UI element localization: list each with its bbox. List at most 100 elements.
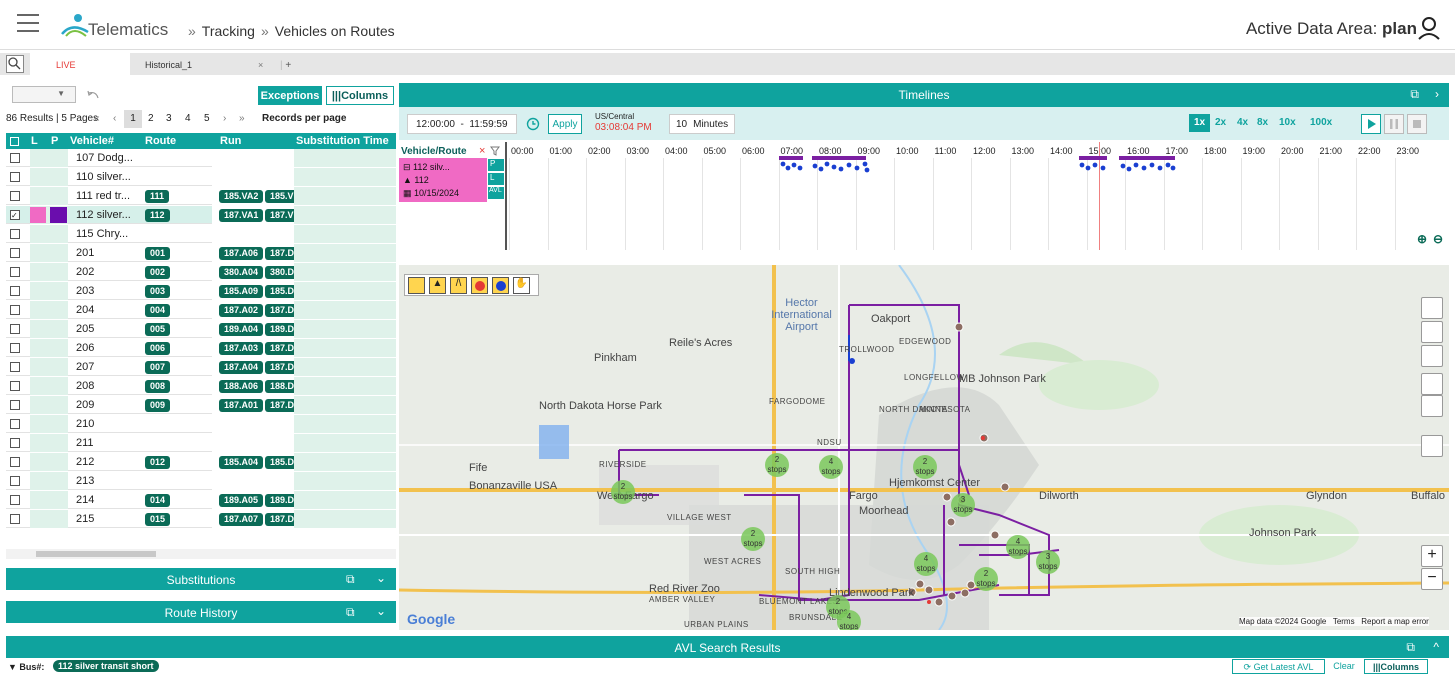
route-badge[interactable]: 003	[145, 285, 171, 298]
table-row[interactable]: 206 006 187.A03187.D(	[6, 339, 396, 357]
menu-icon[interactable]	[17, 14, 39, 32]
row-checkbox[interactable]	[10, 495, 20, 505]
chevron-down-icon[interactable]: ⌄	[376, 571, 386, 585]
popout-icon[interactable]: ⧉	[1406, 640, 1415, 655]
time-range-input[interactable]: 12:00:00 - 11:59:59	[407, 114, 517, 134]
stack-icon[interactable]	[1421, 395, 1443, 417]
tab-live[interactable]: LIVE	[30, 53, 130, 75]
stop-cluster[interactable]: 4 stops	[1006, 535, 1030, 559]
row-checkbox[interactable]	[10, 438, 20, 448]
table-row[interactable]: 212 012 185.A04185.D(	[6, 453, 396, 471]
play-icon[interactable]	[1361, 114, 1381, 134]
get-latest-avl-button[interactable]: ⟳ Get Latest AVL	[1232, 659, 1325, 674]
table-row[interactable]: 203 003 185.A09185.D(	[6, 282, 396, 300]
row-checkbox[interactable]	[10, 400, 20, 410]
speed-100x-button[interactable]: 100x	[1305, 114, 1337, 132]
row-checkbox[interactable]	[10, 153, 20, 163]
last-page-button[interactable]: »	[239, 113, 245, 124]
stop-cluster[interactable]: 3 stops	[1036, 550, 1060, 574]
table-row[interactable]: 215 015 187.A07187.D(	[6, 510, 396, 528]
run-badge[interactable]: 187.A06	[219, 247, 264, 260]
row-checkbox[interactable]	[10, 457, 20, 467]
table-row[interactable]: ✓ 112 silver... 112 187.VA1 187.VI	[6, 206, 396, 224]
run-badge[interactable]: 380.D(	[265, 266, 294, 279]
records-per-page[interactable]: Records per page	[262, 113, 396, 124]
stop-cluster[interactable]: 2 stops	[741, 527, 765, 551]
run-badge[interactable]: 189.A04	[219, 323, 264, 336]
page-1[interactable]: 1	[124, 110, 142, 128]
columns-button[interactable]: |||Columns	[326, 86, 394, 105]
filter-icon[interactable]	[490, 146, 500, 156]
apply-button[interactable]: Apply	[548, 114, 582, 134]
table-row[interactable]: 210	[6, 415, 396, 433]
select-all-checkbox[interactable]	[10, 137, 19, 146]
popout-icon[interactable]: ⧉	[346, 605, 355, 620]
street-view-icon[interactable]	[1421, 435, 1443, 457]
popout-icon[interactable]: ⧉	[1410, 87, 1419, 102]
table-row[interactable]: 115 Chry...	[6, 225, 396, 243]
row-checkbox[interactable]	[10, 229, 20, 239]
stop-cluster[interactable]: 3 stops	[951, 493, 975, 517]
run-badge[interactable]: 380.A04	[219, 266, 264, 279]
user-icon[interactable]	[1417, 16, 1441, 40]
table-row[interactable]: 111 red tr... 111 185.VA2 185.VI	[6, 187, 396, 205]
stop-cluster[interactable]: 2 stops	[611, 480, 635, 504]
speed-2x-button[interactable]: 2x	[1210, 114, 1231, 132]
route-badge[interactable]: 014	[145, 494, 171, 507]
clear-button[interactable]: Clear	[1326, 659, 1362, 674]
table-row[interactable]: 207 007 187.A04187.D(	[6, 358, 396, 376]
close-icon[interactable]: ×	[258, 60, 263, 70]
page-4[interactable]: 4	[185, 113, 191, 124]
route-badge[interactable]: 001	[145, 247, 171, 260]
red-dot-icon[interactable]	[471, 277, 488, 294]
table-row[interactable]: 107 Dodg...	[6, 149, 396, 167]
breadcrumb-tracking[interactable]: Tracking	[202, 23, 255, 39]
run-badge[interactable]: 187.D(	[265, 304, 294, 317]
table-row[interactable]: 214 014 189.A05189.D(	[6, 491, 396, 509]
run-badge[interactable]: 187.A07	[219, 513, 264, 526]
map-type-icon[interactable]	[1421, 297, 1443, 319]
route-badge[interactable]: 015	[145, 513, 171, 526]
row-checkbox[interactable]: ✓	[10, 210, 20, 220]
stop-cluster[interactable]: 4 stops	[837, 610, 861, 630]
interval-input[interactable]: 10 Minutes	[669, 114, 735, 134]
page-5[interactable]: 5	[204, 113, 210, 124]
blue-dot-icon[interactable]	[492, 277, 509, 294]
run-badge[interactable]: 187.VA1	[219, 209, 264, 222]
row-checkbox[interactable]	[10, 248, 20, 258]
run-badge[interactable]: 188.D(	[265, 380, 294, 393]
add-tab-button[interactable]: | +	[280, 53, 291, 75]
table-row[interactable]: 205 005 189.A04189.D(	[6, 320, 396, 338]
speed-1x-button[interactable]: 1x	[1189, 114, 1211, 132]
route-badge[interactable]: 007	[145, 361, 171, 374]
table-row[interactable]: 201 001 187.A06187.D(	[6, 244, 396, 262]
avl-columns-button[interactable]: |||Columns	[1364, 659, 1428, 674]
run-badge[interactable]: 185.A09	[219, 285, 264, 298]
table-row[interactable]: 204 004 187.A02187.D(	[6, 301, 396, 319]
row-checkbox[interactable]	[10, 267, 20, 277]
warning-icon[interactable]: ▲	[429, 277, 446, 294]
tag-p[interactable]: P	[488, 159, 504, 171]
row-checkbox[interactable]	[10, 191, 20, 201]
speed-8x-button[interactable]: 8x	[1252, 114, 1273, 132]
chevron-up-icon[interactable]: ^	[1433, 640, 1439, 654]
run-badge[interactable]: 188.A06	[219, 380, 264, 393]
stop-cluster[interactable]: 2 stops	[974, 567, 998, 591]
run-badge[interactable]: 187.A02	[219, 304, 264, 317]
run-badge[interactable]: 189.A05	[219, 494, 264, 507]
route-badge[interactable]: 111	[145, 190, 170, 203]
header-p[interactable]: P	[51, 135, 58, 147]
tag-l[interactable]: L	[488, 173, 504, 185]
header-substitution-time[interactable]: Substitution Time	[296, 135, 389, 147]
search-icon[interactable]	[6, 55, 24, 73]
popout-icon[interactable]: ⧉	[346, 572, 355, 587]
zoom-in-button[interactable]: +	[1421, 545, 1443, 567]
speed-4x-button[interactable]: 4x	[1232, 114, 1253, 132]
tag-avl[interactable]: AVL	[488, 187, 504, 199]
row-checkbox[interactable]	[10, 324, 20, 334]
row-checkbox[interactable]	[10, 286, 20, 296]
row-checkbox[interactable]	[10, 514, 20, 524]
road-icon[interactable]: /\	[450, 277, 467, 294]
table-row[interactable]: 213	[6, 472, 396, 490]
route-badge[interactable]: 006	[145, 342, 171, 355]
